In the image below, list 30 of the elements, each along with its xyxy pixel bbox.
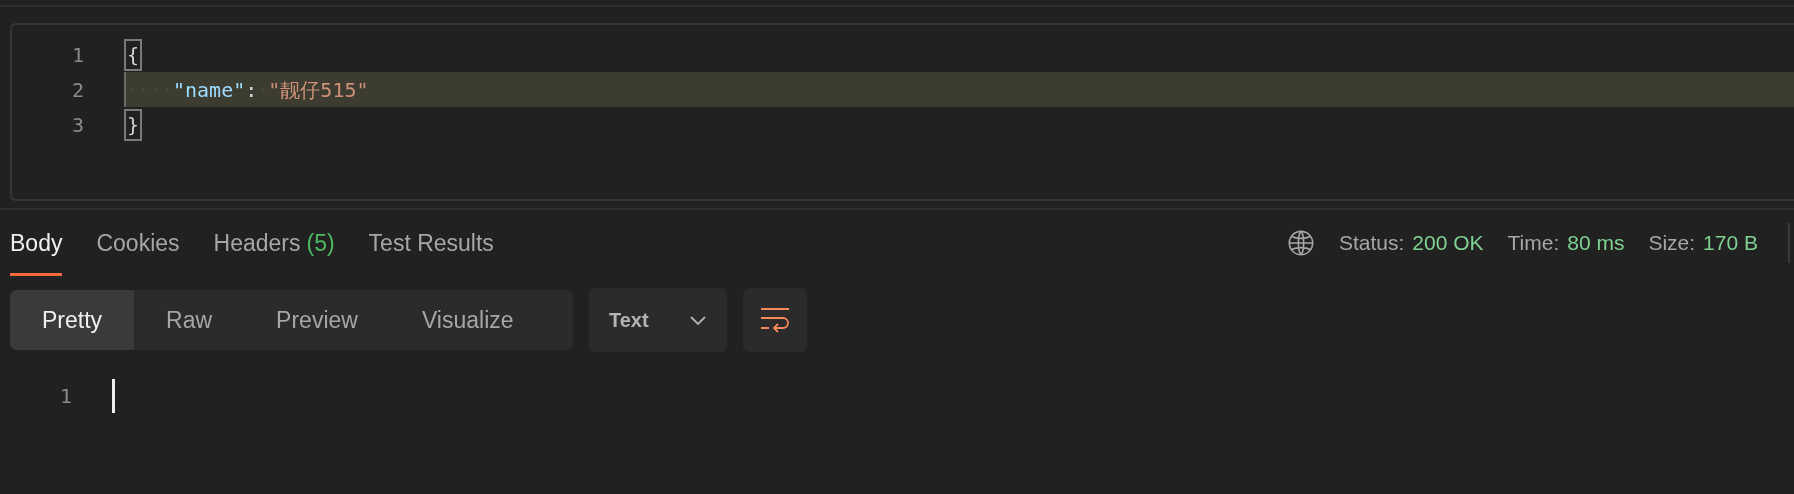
view-mode-tab[interactable]: Preview [244, 290, 390, 350]
wrap-lines-icon [759, 306, 791, 334]
globe-icon[interactable] [1286, 229, 1315, 257]
line-number: 2 [70, 76, 84, 104]
status-value: 80 ms [1567, 230, 1625, 257]
response-tab[interactable]: Body [10, 210, 63, 276]
view-mode-tab[interactable]: Visualize [389, 290, 546, 350]
code-token: } [124, 108, 143, 141]
request-body-editor[interactable]: 1 { 2 "name": "靓仔515" 3 } [10, 23, 1794, 201]
format-dropdown[interactable]: Text [589, 288, 727, 352]
status-label: Size: [1648, 230, 1696, 257]
view-mode-tab[interactable]: Raw [134, 290, 245, 350]
response-tab[interactable]: Cookies [96, 210, 180, 276]
view-mode-tab[interactable]: Pretty [10, 290, 135, 350]
chevron-down-icon [689, 314, 707, 326]
response-tab[interactable]: Test Results [368, 210, 494, 276]
status-value: 170 B [1703, 230, 1758, 257]
line-number: 3 [70, 111, 84, 139]
code-token: "name" [173, 76, 246, 104]
wrap-lines-button[interactable] [743, 288, 807, 352]
response-tab[interactable]: Headers (5) [213, 210, 335, 276]
status-value: 200 OK [1412, 230, 1484, 257]
status-label: Status: [1338, 230, 1405, 257]
text-cursor [112, 378, 115, 413]
status-label: Time: [1507, 230, 1560, 257]
line-number: 1 [58, 382, 72, 410]
line-number: 1 [70, 41, 84, 69]
code-token: : [245, 76, 258, 104]
code-token: "靓仔515" [268, 76, 369, 104]
code-token: { [124, 38, 143, 71]
